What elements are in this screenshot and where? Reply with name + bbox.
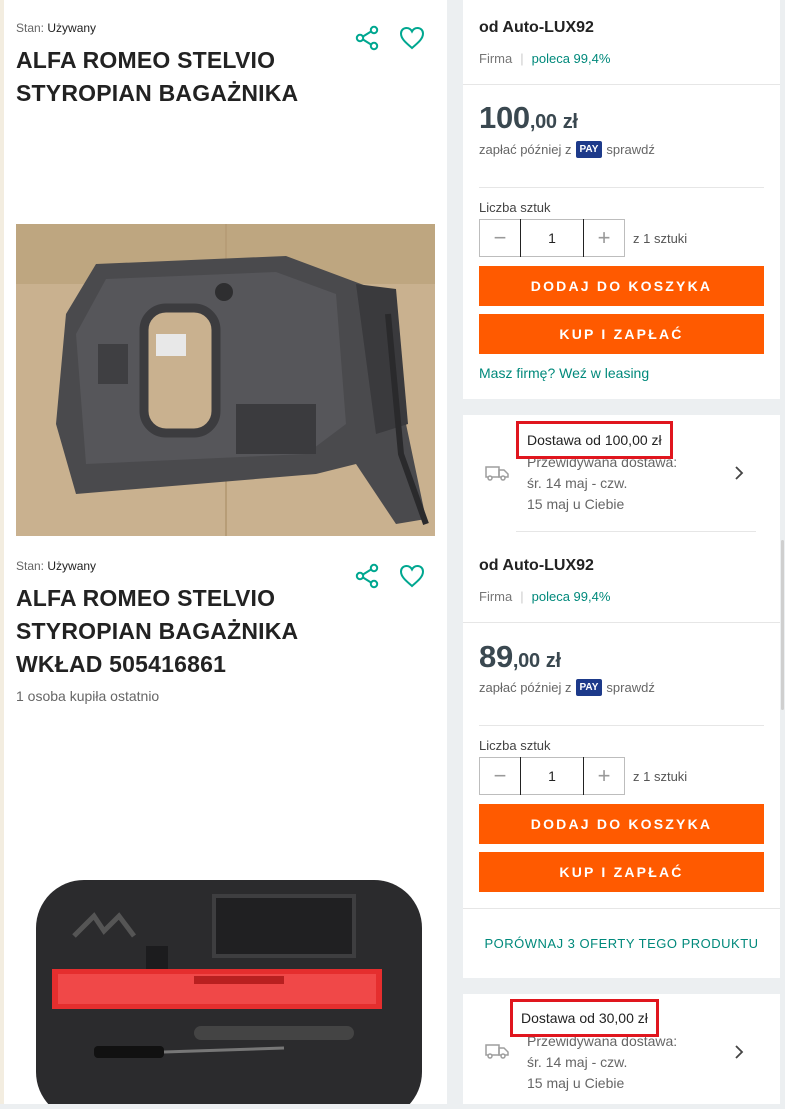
sold-info: 1 osoba kupiła ostatnio [16,688,160,704]
price: 100,00 zł [479,100,578,135]
share-icon [355,25,379,51]
seller-type: Firma [479,51,513,66]
quantity-input[interactable]: 1 [520,757,584,795]
increase-quantity-button[interactable]: + [584,220,624,256]
increase-quantity-button[interactable]: + [584,758,624,794]
share-button[interactable] [352,23,382,53]
divider [479,725,764,726]
seller-type: Firma [479,589,513,604]
quantity-available: z 1 sztuki [633,769,688,784]
quantity-label: Liczba sztuk [479,200,551,215]
delivery-details-button[interactable] [733,1044,745,1065]
seller-meta: Firma | poleca 99,4% [479,589,611,604]
condition-label: Stan: Używany [16,21,97,35]
minus-icon: − [493,225,507,250]
decrease-quantity-button[interactable]: − [480,220,520,256]
plus-icon: + [597,225,611,250]
plus-icon: + [597,763,611,788]
product-photo-black-foam-insert [36,880,422,1109]
delivery-cost: Dostawa od 100,00 zł [516,421,673,459]
chevron-right-icon [735,466,744,480]
divider [516,531,756,532]
product-column: Stan: Używany ALFA ROMEO STELVIO STYROPI… [4,0,447,1109]
divider [463,84,780,85]
quantity-stepper: − 1 + [479,757,625,795]
leasing-link[interactable]: Masz firmę? Weź w leasing [479,365,649,381]
quantity-available: z 1 sztuki [633,231,688,246]
truck-icon [485,1043,509,1064]
compare-offers-link[interactable]: PORÓWNAJ 3 OFERTY TEGO PRODUKTU [463,936,780,951]
quantity-stepper: − 1 + [479,219,625,257]
product-title[interactable]: ALFA ROMEO STELVIO STYROPIAN BAGAŻNIKA [16,44,346,110]
chevron-right-icon [735,1045,744,1059]
favorite-button[interactable] [397,561,427,591]
seller-meta: Firma | poleca 99,4% [479,51,611,66]
add-to-cart-button[interactable]: DODAJ DO KOSZYKA [479,804,764,844]
pay-later-check-link[interactable]: sprawdź [606,142,654,157]
delivery-panel: Przewidywana dostawa: śr. 14 maj - czw. … [463,994,780,1104]
decrease-quantity-button[interactable]: − [480,758,520,794]
delivery-cost: Dostawa od 30,00 zł [510,999,659,1037]
pay-badge: PAY [575,679,603,696]
product-image[interactable] [16,224,435,536]
delivery-details-button[interactable] [733,465,745,486]
share-icon [355,563,379,589]
delivery-estimate: Przewidywana dostawa: śr. 14 maj - czw. … [527,1033,678,1091]
pay-later-check-link[interactable]: sprawdź [606,680,654,695]
product-image[interactable] [34,876,424,1109]
heart-icon [399,26,425,50]
heart-icon [399,564,425,588]
pay-later-info: zapłać później z PAY sprawdź [479,679,655,696]
buy-now-button[interactable]: KUP I ZAPŁAĆ [479,852,764,892]
seller-rating[interactable]: poleca 99,4% [532,589,611,604]
quantity-input[interactable]: 1 [520,219,584,257]
seller-name[interactable]: od Auto-LUX92 [479,19,594,37]
quantity-label: Liczba sztuk [479,738,551,753]
divider [463,908,780,909]
scrollbar[interactable] [781,540,784,710]
delivery-estimate: Przewidywana dostawa: śr. 14 maj - czw. … [527,454,678,512]
pay-badge: PAY [575,141,603,158]
favorite-button[interactable] [397,23,427,53]
purchase-panel: od Auto-LUX92 Firma | poleca 99,4% 100,00 z… [463,0,780,399]
product-title[interactable]: ALFA ROMEO STELVIO STYROPIAN BAGAŻNIKA W… [16,582,346,681]
minus-icon: − [493,763,507,788]
truck-icon [485,465,509,486]
product-photo-grey-insert [16,224,435,536]
add-to-cart-button[interactable]: DODAJ DO KOSZYKA [479,266,764,306]
seller-name[interactable]: od Auto-LUX92 [479,557,594,575]
seller-rating[interactable]: poleca 99,4% [532,51,611,66]
buy-now-button[interactable]: KUP I ZAPŁAĆ [479,314,764,354]
pay-later-info: zapłać później z PAY sprawdź [479,141,655,158]
share-button[interactable] [352,561,382,591]
purchase-panel: Przewidywana dostawa: śr. 14 maj - czw. … [463,415,780,978]
condition-label: Stan: Używany [16,559,97,573]
divider [479,187,764,188]
divider [463,622,780,623]
price: 89,00 zł [479,639,561,674]
